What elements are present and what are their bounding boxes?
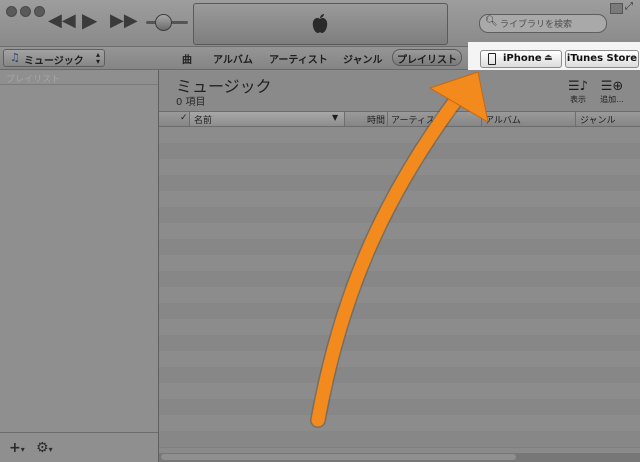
annotation-arrow <box>310 71 489 428</box>
itunes-window: ◀◀ ▶ ▶▶ 🔍︎ ライブラリを検索 ⤢ ♫ ミュージック ▴ ▾ 曲 アルバム… <box>0 0 640 462</box>
